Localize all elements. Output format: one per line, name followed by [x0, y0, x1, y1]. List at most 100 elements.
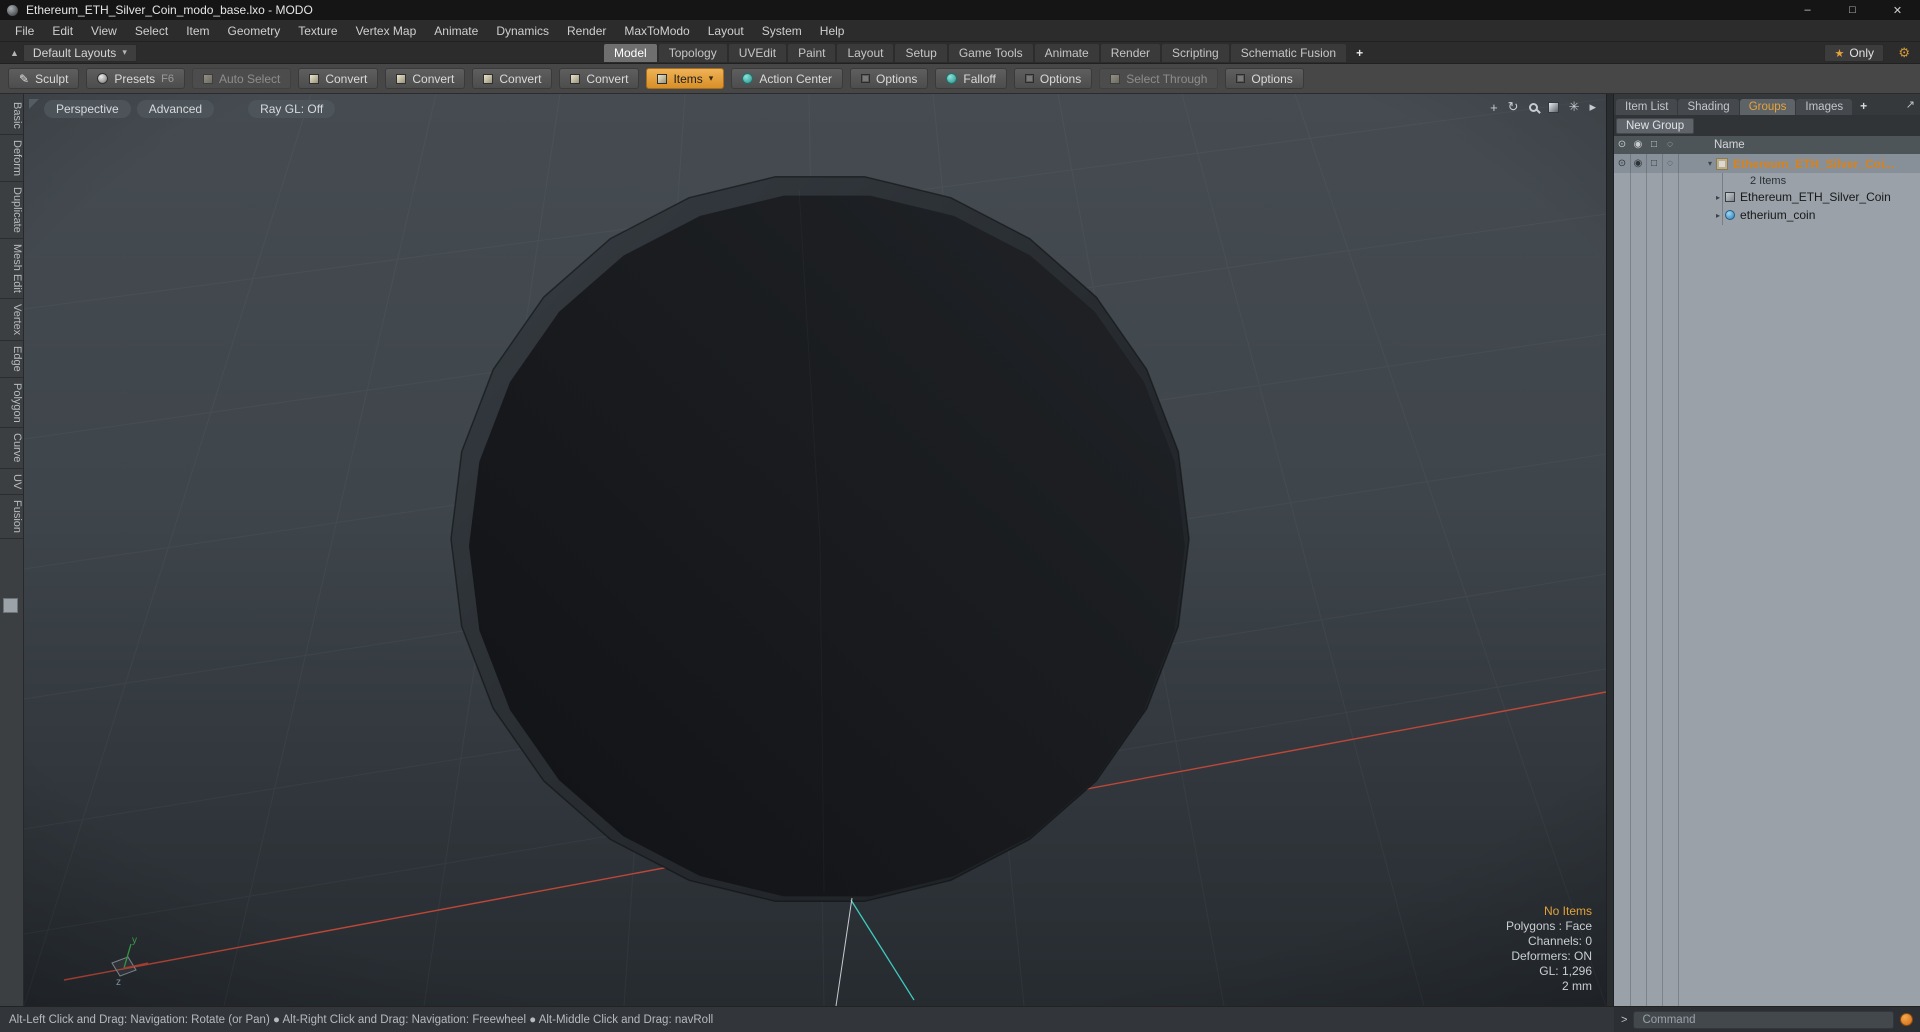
- visibility-eye-icon[interactable]: ⊙: [1614, 140, 1630, 150]
- viewport-corner-icon[interactable]: [29, 99, 39, 109]
- menu-help[interactable]: Help: [811, 24, 854, 38]
- menu-dynamics[interactable]: Dynamics: [487, 24, 558, 38]
- falloff-button[interactable]: Falloff: [935, 68, 1007, 89]
- tab-shading[interactable]: Shading: [1678, 99, 1739, 115]
- command-input[interactable]: [1633, 1010, 1894, 1029]
- rotate-icon[interactable]: ↻: [1508, 99, 1519, 115]
- expander-icon[interactable]: ▸: [1716, 193, 1720, 202]
- panel-collapse-handle[interactable]: [3, 598, 18, 613]
- group-name[interactable]: Ethereum_ETH_Silver_Coi...: [1733, 157, 1894, 171]
- rail-tab-duplicate[interactable]: Duplicate: [0, 182, 23, 239]
- menu-render[interactable]: Render: [558, 24, 615, 38]
- rail-tab-vertex[interactable]: Vertex: [0, 299, 23, 341]
- new-group-button[interactable]: New Group: [1616, 117, 1695, 134]
- presets-button[interactable]: Presets F6: [86, 68, 185, 89]
- lock-toggle-icon[interactable]: □: [1646, 158, 1662, 169]
- menu-edit[interactable]: Edit: [43, 24, 82, 38]
- tree-row-group[interactable]: ⊙ ◉ □ ◌ ▾ Ethereum_ETH_Silver_Coi...: [1614, 154, 1920, 173]
- tab-topology[interactable]: Topology: [658, 44, 727, 62]
- window-title: Ethereum_ETH_Silver_Coin_modo_base.lxo -…: [26, 3, 313, 17]
- tab-item-list[interactable]: Item List: [1616, 99, 1678, 115]
- tab-scripting[interactable]: Scripting: [1162, 44, 1229, 62]
- menu-geometry[interactable]: Geometry: [219, 24, 290, 38]
- options-button-1[interactable]: Options: [850, 68, 929, 89]
- add-panel-tab-button[interactable]: +: [1853, 97, 1874, 115]
- tab-animate[interactable]: Animate: [1034, 44, 1099, 62]
- rail-tab-basic[interactable]: Basic: [0, 97, 23, 135]
- panel-splitter[interactable]: [1606, 94, 1614, 1006]
- zoom-icon[interactable]: [1528, 102, 1538, 112]
- tab-uvedit[interactable]: UVEdit: [728, 44, 787, 62]
- pan-icon[interactable]: +: [1490, 100, 1498, 115]
- panel-expand-icon[interactable]: ↗: [1906, 98, 1915, 111]
- render-visibility-icon[interactable]: ◉: [1630, 158, 1646, 169]
- rail-tab-fusion[interactable]: Fusion: [0, 495, 23, 540]
- auto-select-button[interactable]: Auto Select: [191, 68, 292, 89]
- rail-tab-deform[interactable]: Deform: [0, 135, 23, 182]
- rail-tab-uv[interactable]: UV: [0, 469, 23, 496]
- menu-layout[interactable]: Layout: [699, 24, 753, 38]
- rail-tab-edge[interactable]: Edge: [0, 341, 23, 378]
- options-button-3[interactable]: Options: [1225, 68, 1304, 89]
- add-layout-tab-button[interactable]: +: [1348, 44, 1371, 62]
- tab-game-tools[interactable]: Game Tools: [948, 44, 1033, 62]
- close-button[interactable]: ✕: [1875, 0, 1920, 20]
- minimize-button[interactable]: –: [1785, 0, 1830, 20]
- tab-setup[interactable]: Setup: [895, 44, 947, 62]
- maximize-button[interactable]: □: [1830, 0, 1875, 20]
- convert-button-3[interactable]: Convert: [472, 68, 553, 89]
- lock-column-icon[interactable]: □: [1646, 140, 1662, 150]
- menu-texture[interactable]: Texture: [289, 24, 346, 38]
- ray-gl-button[interactable]: Ray GL: Off: [248, 100, 336, 118]
- menu-file[interactable]: File: [6, 24, 43, 38]
- default-layouts-button[interactable]: Default Layouts ▾: [22, 43, 137, 62]
- filter-toggle-icon[interactable]: ◌: [1662, 158, 1678, 169]
- layouts-up-icon[interactable]: ▲: [10, 48, 19, 58]
- menu-item[interactable]: Item: [177, 24, 218, 38]
- command-history-icon[interactable]: [1900, 1013, 1913, 1026]
- convert-button-1[interactable]: Convert: [298, 68, 379, 89]
- tab-layout[interactable]: Layout: [837, 44, 894, 62]
- viewport-settings-icon[interactable]: ✳: [1569, 99, 1580, 115]
- select-through-button[interactable]: Select Through: [1099, 68, 1219, 89]
- convert-button-2[interactable]: Convert: [385, 68, 466, 89]
- expand-arrow-icon[interactable]: ▸: [1589, 99, 1596, 115]
- perspective-button[interactable]: Perspective: [44, 100, 131, 118]
- mesh-item-name[interactable]: Ethereum_ETH_Silver_Coin: [1740, 190, 1891, 204]
- action-center-button[interactable]: Action Center: [731, 68, 844, 89]
- tab-render[interactable]: Render: [1100, 44, 1161, 62]
- visibility-eye-icon[interactable]: ⊙: [1614, 158, 1630, 169]
- convert-button-4[interactable]: Convert: [559, 68, 640, 89]
- menu-maxtomodo[interactable]: MaxToModo: [615, 24, 698, 38]
- menu-view[interactable]: View: [82, 24, 126, 38]
- tab-paint[interactable]: Paint: [788, 44, 836, 62]
- only-button[interactable]: ★ Only: [1824, 44, 1884, 62]
- expander-icon[interactable]: ▸: [1716, 211, 1720, 220]
- rail-tab-curve[interactable]: Curve: [0, 428, 23, 469]
- shading-mode-icon[interactable]: [1547, 101, 1559, 113]
- gear-icon[interactable]: ⚙: [1898, 45, 1910, 61]
- name-column-header[interactable]: Name: [1714, 139, 1745, 151]
- tab-model[interactable]: Model: [604, 44, 657, 62]
- menu-animate[interactable]: Animate: [425, 24, 487, 38]
- menu-system[interactable]: System: [753, 24, 811, 38]
- tab-images[interactable]: Images: [1796, 99, 1853, 115]
- rail-tab-mesh-edit[interactable]: Mesh Edit: [0, 239, 23, 299]
- menu-select[interactable]: Select: [126, 24, 177, 38]
- tab-groups[interactable]: Groups: [1739, 99, 1796, 115]
- tab-schematic-fusion[interactable]: Schematic Fusion: [1230, 44, 1347, 62]
- menu-vertex-map[interactable]: Vertex Map: [347, 24, 426, 38]
- tree-row-mesh[interactable]: ▸ Ethereum_ETH_Silver_Coin: [1614, 188, 1920, 206]
- sculpt-button[interactable]: ✎ Sculpt: [8, 68, 80, 89]
- options-button-2[interactable]: Options: [1013, 68, 1093, 89]
- tree-row-mesh[interactable]: ▸ etherium_coin: [1614, 206, 1920, 224]
- coin-mesh[interactable]: [450, 175, 1190, 903]
- viewport-3d[interactable]: y z Perspective Advanced Ray GL: Off + ↻…: [24, 94, 1606, 1006]
- filter-column-icon[interactable]: ◌: [1662, 140, 1678, 150]
- expander-icon[interactable]: ▾: [1708, 159, 1712, 168]
- mesh-item-name[interactable]: etherium_coin: [1740, 208, 1815, 222]
- render-visibility-icon[interactable]: ◉: [1630, 140, 1646, 150]
- advanced-button[interactable]: Advanced: [136, 100, 215, 118]
- rail-tab-polygon[interactable]: Polygon: [0, 378, 23, 429]
- items-mode-button[interactable]: Items ▾: [646, 68, 725, 89]
